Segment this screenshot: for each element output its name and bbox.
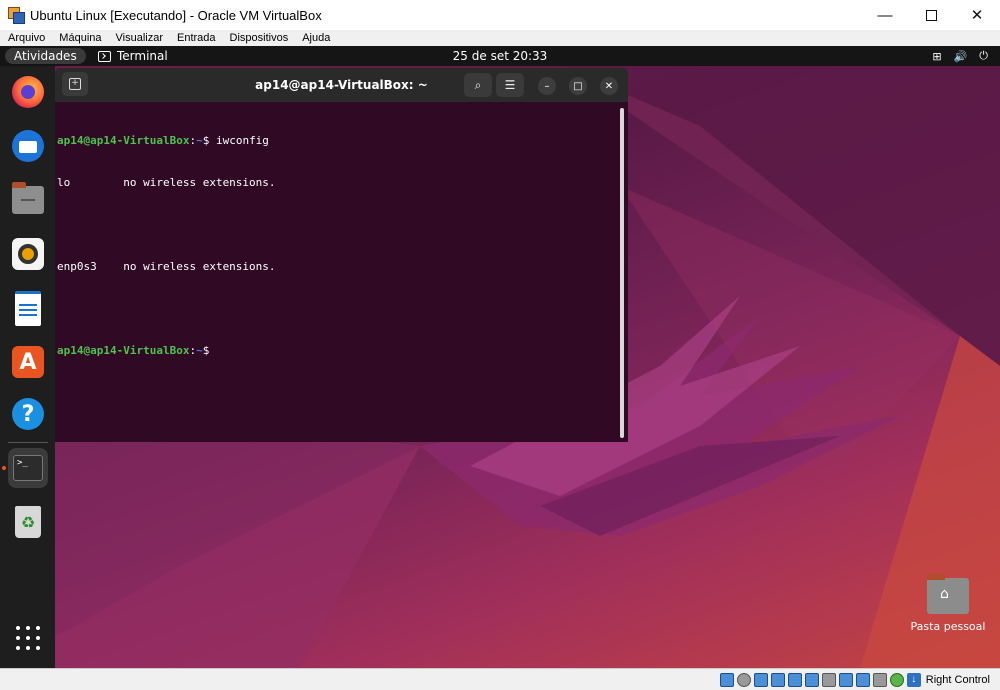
search-icon: ⌕ bbox=[474, 77, 482, 92]
app-grid-icon bbox=[16, 626, 40, 650]
running-indicator bbox=[2, 466, 6, 470]
shared-folders-status-icon[interactable] bbox=[804, 672, 819, 687]
host-menu-bar: Arquivo Máquina Visualizar Entrada Dispo… bbox=[0, 30, 1000, 46]
close-button[interactable]: ✕ bbox=[954, 0, 1000, 30]
clock[interactable]: 25 de set 20:33 bbox=[453, 49, 548, 63]
dock-libreoffice-writer[interactable] bbox=[8, 288, 48, 328]
help-icon: ? bbox=[12, 398, 44, 430]
dock-help[interactable]: ? bbox=[8, 394, 48, 434]
dock-firefox[interactable] bbox=[8, 72, 48, 112]
firefox-icon bbox=[12, 76, 44, 108]
virtualization-status-icon[interactable] bbox=[855, 672, 870, 687]
ubuntu-software-icon: A bbox=[12, 346, 44, 378]
recording-status-icon[interactable] bbox=[838, 672, 853, 687]
command-text: iwconfig bbox=[209, 134, 269, 147]
show-applications-button[interactable] bbox=[8, 618, 48, 658]
rhythmbox-icon bbox=[12, 238, 44, 270]
menu-ajuda[interactable]: Ajuda bbox=[294, 30, 336, 46]
dock-thunderbird[interactable] bbox=[8, 126, 48, 166]
terminal-header-bar[interactable]: + ap14@ap14-VirtualBox: ~ ⌕ ☰ – □ ✕ bbox=[55, 68, 628, 102]
menu-entrada[interactable]: Entrada bbox=[169, 30, 222, 46]
terminal-output-line: enp0s3 no wireless extensions. bbox=[57, 260, 276, 273]
host-title-bar: Ubuntu Linux [Executando] - Oracle VM Vi… bbox=[0, 0, 1000, 30]
guest-screen: Atividades Terminal 25 de set 20:33 ⊞ 🔊 … bbox=[0, 46, 1000, 668]
minimize-icon: – bbox=[544, 80, 550, 92]
terminal-close-button[interactable]: ✕ bbox=[600, 77, 618, 95]
maximize-icon: □ bbox=[573, 80, 583, 92]
virtualbox-icon bbox=[8, 7, 25, 24]
home-folder-icon: ⌂ bbox=[927, 574, 969, 614]
terminal-output[interactable]: ap14@ap14-VirtualBox:~$ iwconfig lo no w… bbox=[57, 106, 617, 436]
dock-ubuntu-software[interactable]: A bbox=[8, 342, 48, 382]
home-folder-label: Pasta pessoal bbox=[910, 620, 986, 633]
terminal-scrollbar[interactable] bbox=[620, 108, 624, 438]
new-tab-button[interactable]: + bbox=[62, 72, 88, 96]
display-status-icon[interactable] bbox=[821, 672, 836, 687]
host-key-arrow-icon: ↓ bbox=[906, 672, 921, 687]
terminal-line-prompt-1: ap14@ap14-VirtualBox:~$ iwconfig bbox=[57, 134, 617, 148]
search-button[interactable]: ⌕ bbox=[464, 73, 492, 97]
maximize-button[interactable] bbox=[908, 0, 954, 30]
dock-files[interactable] bbox=[8, 180, 48, 220]
terminal-icon: >_ bbox=[13, 455, 43, 481]
menu-visualizar[interactable]: Visualizar bbox=[108, 30, 170, 46]
dock-terminal[interactable]: >_ bbox=[8, 448, 48, 488]
menu-arquivo[interactable]: Arquivo bbox=[0, 30, 51, 46]
dock-separator bbox=[8, 442, 48, 443]
files-icon bbox=[12, 182, 44, 214]
terminal-output-line: lo no wireless extensions. bbox=[57, 176, 276, 189]
gnome-top-bar: Atividades Terminal 25 de set 20:33 ⊞ 🔊 … bbox=[0, 46, 1000, 66]
audio-status-icon[interactable] bbox=[753, 672, 768, 687]
hard-disk-status-icon[interactable] bbox=[719, 672, 734, 687]
network-status-icon[interactable] bbox=[770, 672, 785, 687]
app-menu[interactable]: Terminal bbox=[98, 46, 168, 66]
optical-drive-status-icon[interactable] bbox=[736, 672, 751, 687]
thunderbird-icon bbox=[12, 130, 44, 162]
host-status-bar: ↓ Right Control bbox=[0, 668, 1000, 690]
prompt-user-host: ap14@ap14-VirtualBox bbox=[57, 344, 190, 357]
minimize-button[interactable]: — bbox=[862, 0, 908, 30]
menu-maquina[interactable]: Máquina bbox=[51, 30, 107, 46]
dock: A ? >_ ♻ bbox=[0, 66, 55, 668]
libreoffice-writer-icon bbox=[15, 290, 41, 326]
prompt-user-host: ap14@ap14-VirtualBox bbox=[57, 134, 190, 147]
new-tab-icon: + bbox=[69, 78, 81, 90]
terminal-window[interactable]: + ap14@ap14-VirtualBox: ~ ⌕ ☰ – □ ✕ ap14… bbox=[55, 68, 628, 442]
prompt-symbol: $ bbox=[202, 344, 210, 357]
app-menu-label: Terminal bbox=[117, 49, 168, 63]
prompt-path: ~ bbox=[196, 344, 203, 357]
guest-additions-status-icon[interactable] bbox=[889, 672, 904, 687]
maximize-icon bbox=[925, 9, 937, 21]
activities-button[interactable]: Atividades bbox=[5, 48, 86, 64]
system-tray[interactable]: ⊞ 🔊 ⏻ bbox=[932, 46, 988, 66]
desktop-home-folder[interactable]: ⌂ Pasta pessoal bbox=[908, 574, 988, 633]
dock-rhythmbox[interactable] bbox=[8, 234, 48, 274]
dock-trash[interactable]: ♻ bbox=[8, 502, 48, 542]
host-key-label: Right Control bbox=[925, 673, 990, 686]
terminal-minimize-button[interactable]: – bbox=[538, 77, 556, 95]
usb-status-icon[interactable] bbox=[787, 672, 802, 687]
terminal-title: ap14@ap14-VirtualBox: ~ bbox=[255, 78, 428, 92]
prompt-path: ~ bbox=[196, 134, 203, 147]
hamburger-icon: ☰ bbox=[504, 78, 516, 92]
terminal-app-icon bbox=[98, 50, 111, 62]
power-icon: ⏻ bbox=[979, 49, 988, 62]
network-icon: ⊞ bbox=[932, 49, 942, 63]
volume-icon: 🔊 bbox=[953, 49, 968, 63]
host-window-title: Ubuntu Linux [Executando] - Oracle VM Vi… bbox=[30, 7, 322, 23]
house-icon: ⌂ bbox=[940, 586, 949, 602]
desktop[interactable]: A ? >_ ♻ + ap14@ap14-VirtualBox: ~ ⌕ ☰ –… bbox=[0, 66, 1000, 668]
menu-dispositivos[interactable]: Dispositivos bbox=[222, 30, 295, 46]
hamburger-menu-button[interactable]: ☰ bbox=[496, 73, 524, 97]
mouse-integration-status-icon[interactable] bbox=[872, 672, 887, 687]
trash-icon: ♻ bbox=[15, 506, 41, 538]
terminal-maximize-button[interactable]: □ bbox=[569, 77, 587, 95]
close-icon: ✕ bbox=[604, 80, 614, 92]
terminal-line-prompt-2: ap14@ap14-VirtualBox:~$ bbox=[57, 344, 617, 358]
